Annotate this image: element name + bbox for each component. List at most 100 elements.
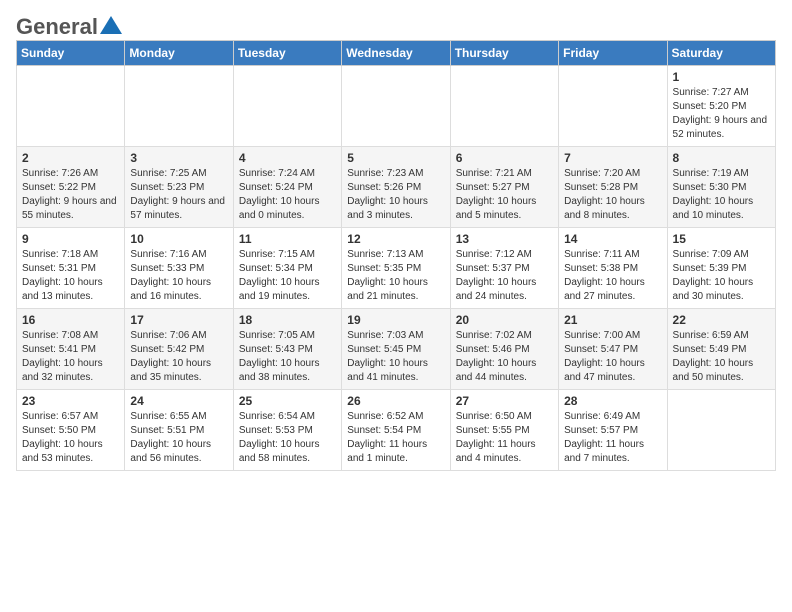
day-info: Sunrise: 7:23 AMSunset: 5:26 PMDaylight:… <box>347 168 428 221</box>
day-cell: 27 Sunrise: 6:50 AMSunset: 5:55 PMDaylig… <box>450 390 558 471</box>
day-cell: 6 Sunrise: 7:21 AMSunset: 5:27 PMDayligh… <box>450 147 558 228</box>
day-number: 19 <box>347 313 444 327</box>
weekday-header-monday: Monday <box>125 41 233 66</box>
day-number: 13 <box>456 232 553 246</box>
day-cell: 14 Sunrise: 7:11 AMSunset: 5:38 PMDaylig… <box>559 228 667 309</box>
weekday-header-saturday: Saturday <box>667 41 775 66</box>
weekday-header-sunday: Sunday <box>17 41 125 66</box>
logo-text: General <box>16 16 98 38</box>
day-number: 24 <box>130 394 227 408</box>
day-cell: 24 Sunrise: 6:55 AMSunset: 5:51 PMDaylig… <box>125 390 233 471</box>
day-info: Sunrise: 7:03 AMSunset: 5:45 PMDaylight:… <box>347 330 428 383</box>
day-number: 4 <box>239 151 336 165</box>
day-info: Sunrise: 7:05 AMSunset: 5:43 PMDaylight:… <box>239 330 320 383</box>
day-cell <box>559 66 667 147</box>
header: General <box>16 16 776 32</box>
weekday-header-friday: Friday <box>559 41 667 66</box>
day-number: 26 <box>347 394 444 408</box>
day-info: Sunrise: 6:59 AMSunset: 5:49 PMDaylight:… <box>673 330 754 383</box>
day-number: 18 <box>239 313 336 327</box>
day-cell: 12 Sunrise: 7:13 AMSunset: 5:35 PMDaylig… <box>342 228 450 309</box>
day-cell: 2 Sunrise: 7:26 AMSunset: 5:22 PMDayligh… <box>17 147 125 228</box>
week-row-3: 9 Sunrise: 7:18 AMSunset: 5:31 PMDayligh… <box>17 228 776 309</box>
page-container: General SundayMondayTuesdayWednesdayThur… <box>0 0 792 479</box>
day-info: Sunrise: 7:21 AMSunset: 5:27 PMDaylight:… <box>456 168 537 221</box>
day-cell: 16 Sunrise: 7:08 AMSunset: 5:41 PMDaylig… <box>17 309 125 390</box>
day-info: Sunrise: 7:25 AMSunset: 5:23 PMDaylight:… <box>130 168 225 221</box>
day-info: Sunrise: 6:57 AMSunset: 5:50 PMDaylight:… <box>22 411 103 464</box>
day-cell: 3 Sunrise: 7:25 AMSunset: 5:23 PMDayligh… <box>125 147 233 228</box>
day-cell: 8 Sunrise: 7:19 AMSunset: 5:30 PMDayligh… <box>667 147 775 228</box>
day-info: Sunrise: 6:49 AMSunset: 5:57 PMDaylight:… <box>564 411 644 464</box>
day-number: 16 <box>22 313 119 327</box>
weekday-header-tuesday: Tuesday <box>233 41 341 66</box>
day-cell: 17 Sunrise: 7:06 AMSunset: 5:42 PMDaylig… <box>125 309 233 390</box>
day-cell: 11 Sunrise: 7:15 AMSunset: 5:34 PMDaylig… <box>233 228 341 309</box>
day-number: 22 <box>673 313 770 327</box>
day-info: Sunrise: 7:12 AMSunset: 5:37 PMDaylight:… <box>456 249 537 302</box>
day-info: Sunrise: 7:13 AMSunset: 5:35 PMDaylight:… <box>347 249 428 302</box>
day-cell <box>667 390 775 471</box>
day-info: Sunrise: 7:09 AMSunset: 5:39 PMDaylight:… <box>673 249 754 302</box>
day-number: 12 <box>347 232 444 246</box>
day-info: Sunrise: 6:55 AMSunset: 5:51 PMDaylight:… <box>130 411 211 464</box>
weekday-header-row: SundayMondayTuesdayWednesdayThursdayFrid… <box>17 41 776 66</box>
day-number: 5 <box>347 151 444 165</box>
day-number: 3 <box>130 151 227 165</box>
week-row-5: 23 Sunrise: 6:57 AMSunset: 5:50 PMDaylig… <box>17 390 776 471</box>
day-info: Sunrise: 7:24 AMSunset: 5:24 PMDaylight:… <box>239 168 320 221</box>
day-info: Sunrise: 7:11 AMSunset: 5:38 PMDaylight:… <box>564 249 645 302</box>
day-info: Sunrise: 7:00 AMSunset: 5:47 PMDaylight:… <box>564 330 645 383</box>
day-info: Sunrise: 7:02 AMSunset: 5:46 PMDaylight:… <box>456 330 537 383</box>
day-cell: 19 Sunrise: 7:03 AMSunset: 5:45 PMDaylig… <box>342 309 450 390</box>
day-number: 17 <box>130 313 227 327</box>
day-cell: 25 Sunrise: 6:54 AMSunset: 5:53 PMDaylig… <box>233 390 341 471</box>
day-number: 15 <box>673 232 770 246</box>
day-info: Sunrise: 6:52 AMSunset: 5:54 PMDaylight:… <box>347 411 427 464</box>
week-row-1: 1 Sunrise: 7:27 AMSunset: 5:20 PMDayligh… <box>17 66 776 147</box>
week-row-2: 2 Sunrise: 7:26 AMSunset: 5:22 PMDayligh… <box>17 147 776 228</box>
day-number: 11 <box>239 232 336 246</box>
day-number: 21 <box>564 313 661 327</box>
day-number: 27 <box>456 394 553 408</box>
day-cell <box>17 66 125 147</box>
day-cell: 28 Sunrise: 6:49 AMSunset: 5:57 PMDaylig… <box>559 390 667 471</box>
day-number: 6 <box>456 151 553 165</box>
day-cell <box>342 66 450 147</box>
day-cell: 15 Sunrise: 7:09 AMSunset: 5:39 PMDaylig… <box>667 228 775 309</box>
day-cell: 23 Sunrise: 6:57 AMSunset: 5:50 PMDaylig… <box>17 390 125 471</box>
day-cell: 22 Sunrise: 6:59 AMSunset: 5:49 PMDaylig… <box>667 309 775 390</box>
day-cell <box>233 66 341 147</box>
day-number: 10 <box>130 232 227 246</box>
day-number: 20 <box>456 313 553 327</box>
day-number: 1 <box>673 70 770 84</box>
day-cell <box>125 66 233 147</box>
day-cell: 10 Sunrise: 7:16 AMSunset: 5:33 PMDaylig… <box>125 228 233 309</box>
day-cell: 5 Sunrise: 7:23 AMSunset: 5:26 PMDayligh… <box>342 147 450 228</box>
day-cell <box>450 66 558 147</box>
week-row-4: 16 Sunrise: 7:08 AMSunset: 5:41 PMDaylig… <box>17 309 776 390</box>
day-cell: 20 Sunrise: 7:02 AMSunset: 5:46 PMDaylig… <box>450 309 558 390</box>
day-info: Sunrise: 7:26 AMSunset: 5:22 PMDaylight:… <box>22 168 117 221</box>
day-number: 25 <box>239 394 336 408</box>
day-number: 14 <box>564 232 661 246</box>
day-cell: 7 Sunrise: 7:20 AMSunset: 5:28 PMDayligh… <box>559 147 667 228</box>
day-info: Sunrise: 6:50 AMSunset: 5:55 PMDaylight:… <box>456 411 536 464</box>
day-cell: 9 Sunrise: 7:18 AMSunset: 5:31 PMDayligh… <box>17 228 125 309</box>
day-number: 2 <box>22 151 119 165</box>
day-cell: 4 Sunrise: 7:24 AMSunset: 5:24 PMDayligh… <box>233 147 341 228</box>
calendar: SundayMondayTuesdayWednesdayThursdayFrid… <box>16 40 776 471</box>
day-number: 28 <box>564 394 661 408</box>
day-cell: 18 Sunrise: 7:05 AMSunset: 5:43 PMDaylig… <box>233 309 341 390</box>
day-cell: 13 Sunrise: 7:12 AMSunset: 5:37 PMDaylig… <box>450 228 558 309</box>
weekday-header-thursday: Thursday <box>450 41 558 66</box>
logo: General <box>16 16 122 32</box>
day-info: Sunrise: 7:18 AMSunset: 5:31 PMDaylight:… <box>22 249 103 302</box>
day-cell: 26 Sunrise: 6:52 AMSunset: 5:54 PMDaylig… <box>342 390 450 471</box>
weekday-header-wednesday: Wednesday <box>342 41 450 66</box>
day-info: Sunrise: 7:16 AMSunset: 5:33 PMDaylight:… <box>130 249 211 302</box>
logo-icon <box>100 16 122 34</box>
day-info: Sunrise: 7:15 AMSunset: 5:34 PMDaylight:… <box>239 249 320 302</box>
day-info: Sunrise: 6:54 AMSunset: 5:53 PMDaylight:… <box>239 411 320 464</box>
day-info: Sunrise: 7:19 AMSunset: 5:30 PMDaylight:… <box>673 168 754 221</box>
